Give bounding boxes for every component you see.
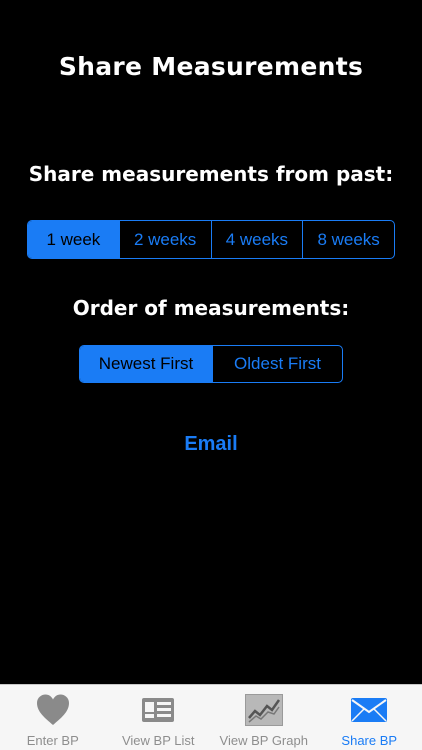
segment-oldest-first[interactable]: Oldest First [212, 346, 342, 382]
email-button[interactable]: Email [0, 433, 422, 456]
tab-view-bp-list[interactable]: View BP List [106, 685, 212, 750]
tab-label-view-bp-graph: View BP Graph [219, 733, 308, 748]
list-card-icon [138, 693, 178, 727]
tab-label-view-bp-list: View BP List [121, 733, 195, 748]
tab-enter-bp[interactable]: Enter BP [0, 685, 106, 750]
past-period-label: Share measurements from past: [28, 162, 394, 186]
graph-icon [244, 693, 284, 727]
past-period-segmented-control: 1 week 2 weeks 4 weeks 8 weeks [27, 220, 395, 259]
order-segmented-control: Newest First Oldest First [79, 345, 343, 383]
tab-share-bp[interactable]: Share BP [317, 685, 422, 750]
tab-label-enter-bp: Enter BP [26, 733, 79, 748]
tab-view-bp-graph[interactable]: View BP Graph [211, 685, 317, 750]
page-title: Share Measurements [58, 52, 364, 81]
order-label: Order of measurements: [72, 296, 350, 320]
heart-icon [33, 693, 73, 727]
segment-2-weeks[interactable]: 2 weeks [118, 221, 211, 258]
tab-label-share-bp: Share BP [341, 733, 398, 748]
share-screen: Share Measurements Share measurements fr… [0, 0, 422, 750]
segment-1-week[interactable]: 1 week [28, 221, 119, 258]
envelope-icon [349, 693, 389, 727]
tab-bar: Enter BP View BP List View BP Graph Shar… [0, 684, 422, 750]
segment-4-weeks[interactable]: 4 weeks [210, 221, 303, 258]
segment-8-weeks[interactable]: 8 weeks [302, 221, 394, 258]
segment-newest-first[interactable]: Newest First [80, 346, 212, 382]
